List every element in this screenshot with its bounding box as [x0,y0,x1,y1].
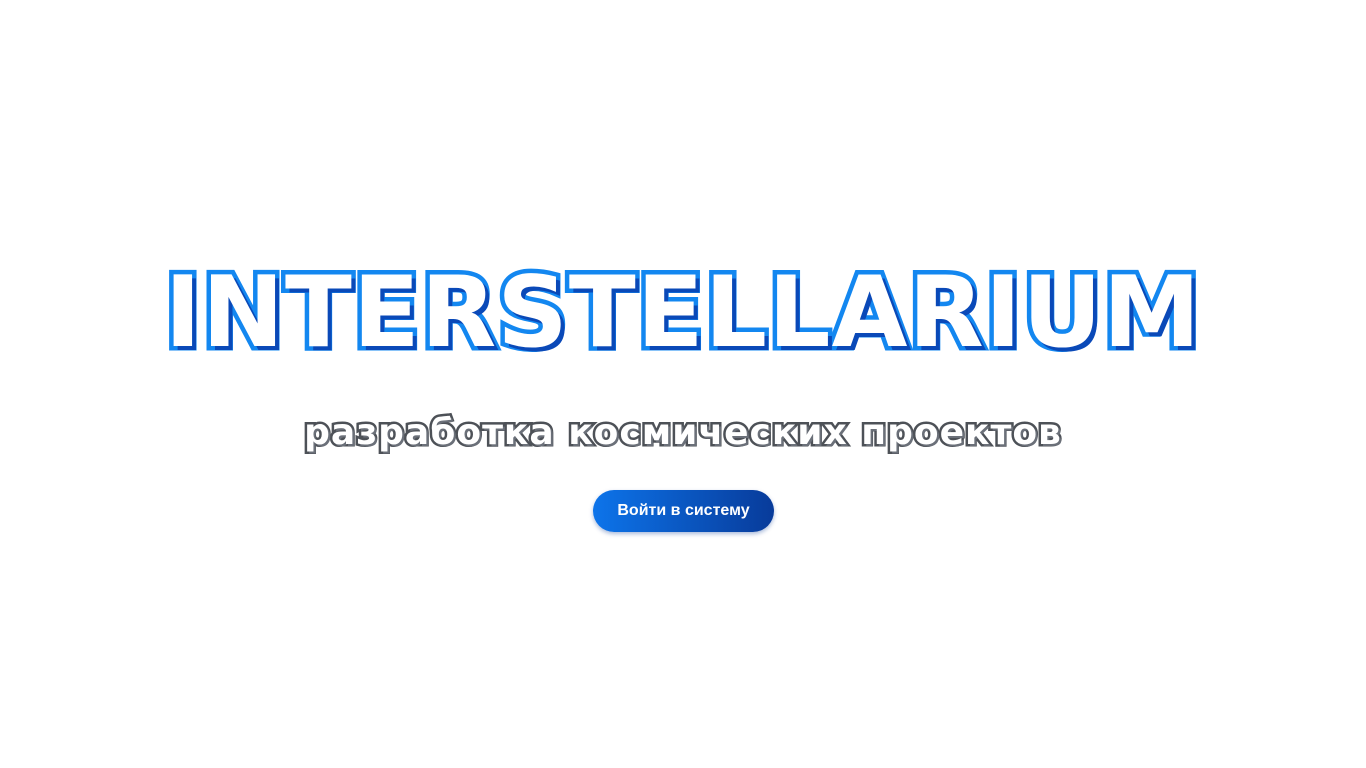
brand-title: INTERSTELLARIUM [0,254,1366,373]
hero-section: INTERSTELLARIUM разработка космических п… [0,0,1366,768]
login-button[interactable]: Войти в систему [593,490,774,532]
tagline: разработка космических проектов [302,410,1064,456]
brand-title-text: INTERSTELLARIUM [160,254,1205,373]
